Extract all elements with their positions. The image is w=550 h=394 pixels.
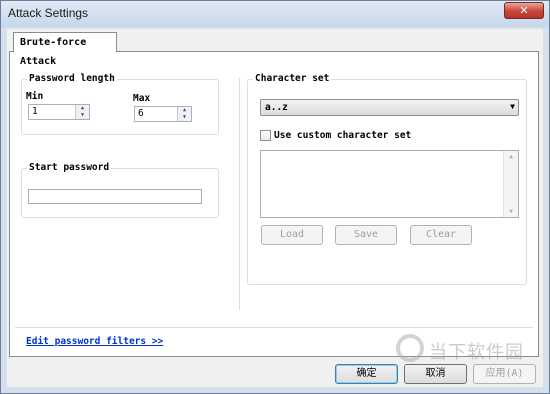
start-password-input[interactable]: [28, 189, 202, 204]
start-password-title: Start password: [27, 162, 112, 174]
spin-down-icon[interactable]: ▼: [76, 112, 89, 119]
spin-up-icon[interactable]: ▲: [178, 107, 191, 114]
character-set-title: Character set: [253, 73, 332, 85]
min-spinner-arrows: ▲ ▼: [75, 105, 89, 119]
watermark-logo-icon: [396, 334, 424, 362]
vertical-separator: [239, 78, 240, 310]
title-bar: Attack Settings ✕: [1, 1, 549, 27]
cancel-button[interactable]: 取消: [404, 364, 467, 384]
min-label: Min: [26, 91, 44, 102]
character-set-group: Character set a..z ▼ Use custom characte…: [247, 73, 527, 285]
character-set-selected: a..z: [265, 102, 288, 113]
load-button[interactable]: Load: [261, 225, 323, 245]
min-length-value[interactable]: 1: [32, 106, 38, 117]
tab-brute-force-attack[interactable]: Brute-force Attack: [13, 32, 117, 67]
close-button[interactable]: ✕: [504, 2, 544, 19]
max-length-spinner[interactable]: 6 ▲ ▼: [134, 106, 192, 122]
window-title: Attack Settings: [8, 6, 89, 20]
ok-button[interactable]: 确定: [335, 364, 398, 384]
max-length-value[interactable]: 6: [138, 108, 144, 119]
scroll-down-icon[interactable]: ▼: [504, 208, 518, 215]
chevron-down-icon[interactable]: ▼: [510, 102, 515, 111]
horizontal-separator: [15, 327, 533, 328]
scroll-up-icon[interactable]: ▲: [504, 153, 518, 160]
custom-charset-checkbox[interactable]: [260, 130, 271, 141]
character-set-dropdown[interactable]: a..z ▼: [260, 99, 519, 116]
password-length-group: Password length Min 1 ▲ ▼ Max 6 ▲ ▼: [21, 73, 219, 135]
max-spinner-arrows: ▲ ▼: [177, 107, 191, 121]
min-length-spinner[interactable]: 1 ▲ ▼: [28, 104, 90, 120]
custom-charset-textarea[interactable]: ▲ ▼: [260, 150, 519, 218]
spin-down-icon[interactable]: ▼: [178, 114, 191, 121]
max-label: Max: [133, 93, 151, 104]
edit-password-filters-link[interactable]: Edit password filters >>: [26, 336, 163, 347]
watermark-text: 当下软件园: [429, 342, 524, 363]
apply-button[interactable]: 应用(A): [473, 364, 536, 384]
save-button[interactable]: Save: [335, 225, 397, 245]
attack-settings-window: Attack Settings ✕ Brute-force Attack Pas…: [0, 0, 550, 394]
dialog-client-area: Brute-force Attack Password length Min 1…: [7, 29, 543, 387]
brute-force-panel: Password length Min 1 ▲ ▼ Max 6 ▲ ▼ Star…: [9, 51, 539, 357]
custom-charset-scrollbar[interactable]: ▲ ▼: [503, 151, 518, 217]
clear-button[interactable]: Clear: [410, 225, 472, 245]
start-password-group: Start password: [21, 162, 219, 218]
password-length-title: Password length: [27, 73, 117, 85]
spin-up-icon[interactable]: ▲: [76, 105, 89, 112]
custom-charset-label[interactable]: Use custom character set: [274, 130, 411, 141]
close-icon: ✕: [519, 4, 529, 17]
